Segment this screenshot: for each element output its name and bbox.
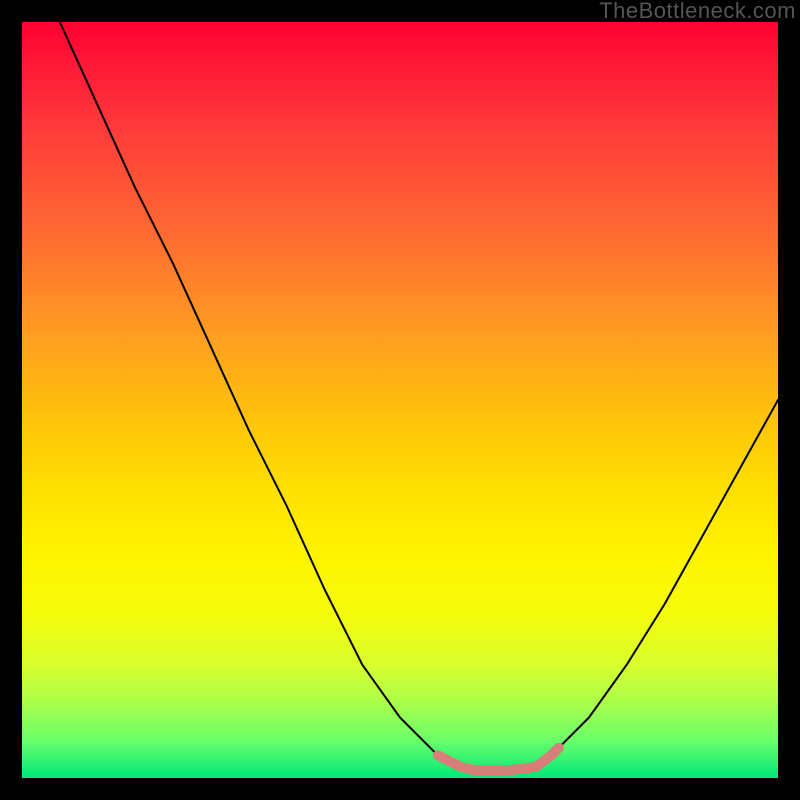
right-slope-highlight (536, 748, 559, 767)
valley-floor-highlight (461, 767, 537, 771)
chart-container: TheBottleneck.com (0, 0, 800, 800)
bottleneck-curve (60, 22, 778, 770)
curve-layer (22, 22, 778, 778)
watermark-text: TheBottleneck.com (599, 0, 796, 22)
plot-area (22, 22, 778, 778)
